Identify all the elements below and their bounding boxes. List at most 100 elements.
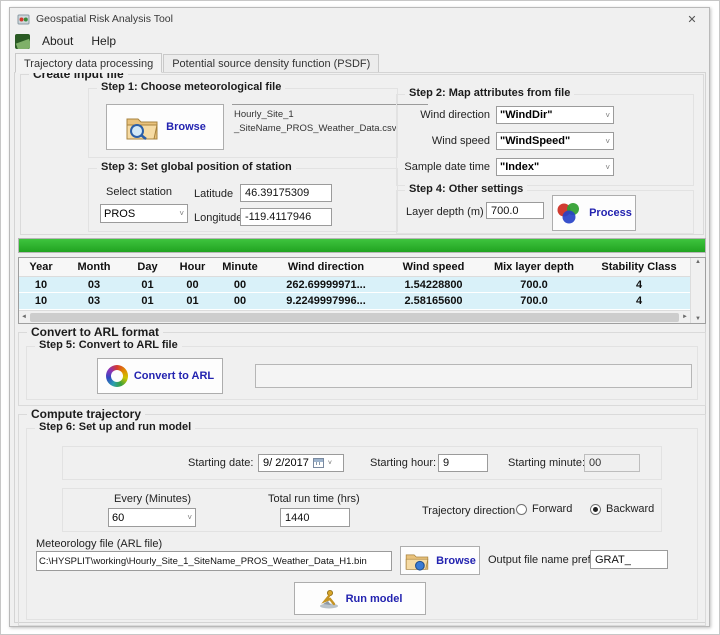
wind-direction-combobox[interactable]: "WindDir" ˅ — [496, 106, 614, 124]
run-model-button[interactable]: Run model — [294, 582, 426, 615]
chevron-down-icon: ˅ — [187, 513, 192, 522]
browse-arl-file-button[interactable]: Browse — [400, 546, 480, 575]
table-header-row: Year Month Day Hour Minute Wind directio… — [19, 258, 690, 277]
column-header[interactable]: Wind direction — [265, 261, 387, 273]
every-minutes-combobox[interactable]: 60 ˅ — [108, 508, 196, 527]
close-icon: ✕ — [687, 13, 696, 26]
column-header[interactable]: Wind speed — [387, 261, 480, 273]
chevron-down-icon: ˅ — [605, 137, 610, 146]
process-button[interactable]: Process — [552, 195, 636, 231]
table-cell: 4 — [588, 295, 690, 307]
color-ring-icon — [106, 365, 128, 387]
chevron-down-icon: ˅ — [605, 163, 610, 172]
run-model-icon — [318, 589, 340, 609]
longitude-label: Longitude — [194, 212, 242, 224]
starting-minute-input[interactable] — [584, 454, 640, 472]
convert-to-arl-button[interactable]: Convert to ARL — [97, 358, 223, 394]
chevron-down-icon: ˅ — [179, 209, 184, 218]
table-cell: 00 — [215, 279, 265, 291]
starting-hour-input[interactable] — [438, 454, 488, 472]
starting-hour-label: Starting hour: — [370, 457, 436, 469]
convert-progress-bar — [255, 364, 692, 388]
table-row[interactable]: 10 03 01 01 00 9.2249997996... 2.5816560… — [19, 293, 690, 310]
group-convert-arl-title: Convert to ARL format — [27, 325, 163, 339]
starting-date-label: Starting date: — [188, 457, 253, 469]
met-arl-file-label: Meteorology file (ARL file) — [36, 538, 162, 550]
radio-dot-icon — [590, 504, 601, 515]
table-cell: 10 — [19, 279, 63, 291]
convert-to-arl-label: Convert to ARL — [134, 370, 214, 382]
output-prefix-label: Output file name prefix — [488, 554, 599, 566]
vertical-scrollbar[interactable]: ▲ ▼ — [690, 258, 705, 323]
met-arl-file-input[interactable] — [36, 551, 392, 571]
column-header[interactable]: Minute — [215, 261, 265, 273]
horizontal-scrollbar[interactable]: ◄ ► — [19, 310, 690, 323]
total-run-time-label: Total run time (hrs) — [268, 493, 360, 505]
step5-title: Step 5: Convert to ARL file — [35, 339, 182, 351]
close-button[interactable]: ✕ — [675, 8, 709, 30]
tab-trajectory-data-processing[interactable]: Trajectory data processing — [15, 53, 162, 73]
screenshot-frame: Geospatial Risk Analysis Tool ✕ About He… — [0, 0, 720, 635]
column-header[interactable]: Mix layer depth — [480, 261, 588, 273]
longitude-input[interactable] — [240, 208, 332, 226]
scroll-down-icon[interactable]: ▼ — [695, 316, 701, 322]
column-header[interactable]: Hour — [170, 261, 215, 273]
title-bar[interactable]: Geospatial Risk Analysis Tool ✕ — [10, 8, 709, 30]
column-header[interactable]: Year — [19, 261, 63, 273]
folder-search-icon — [124, 113, 160, 142]
calendar-icon — [313, 458, 324, 468]
station-combobox[interactable]: PROS ˅ — [100, 204, 188, 223]
menu-bar: About Help — [10, 30, 709, 52]
table-cell: 1.54228800 — [387, 279, 480, 291]
station-value: PROS — [104, 208, 177, 220]
starting-minute-label: Starting minute: — [508, 457, 585, 469]
menu-about[interactable]: About — [33, 32, 82, 50]
wind-direction-label: Wind direction — [396, 109, 490, 121]
table-cell: 2.58165600 — [387, 295, 480, 307]
latitude-input[interactable] — [240, 184, 332, 202]
process-progress-fill — [19, 239, 705, 252]
step1-title: Step 1: Choose meteorological file — [97, 81, 285, 93]
forward-radio[interactable]: Forward — [516, 503, 572, 515]
group-compute-trajectory-title: Compute trajectory — [27, 407, 145, 421]
column-header[interactable]: Stability Class — [588, 261, 690, 273]
column-header[interactable]: Month — [63, 261, 125, 273]
folder-open-icon — [404, 550, 430, 572]
process-label: Process — [589, 207, 632, 219]
starting-date-picker[interactable]: 9/ 2/2017 ˅ — [258, 454, 344, 472]
select-station-label: Select station — [106, 186, 172, 198]
radio-circle-icon — [516, 504, 527, 515]
browse-met-file-button[interactable]: Browse — [106, 104, 224, 150]
scroll-left-icon[interactable]: ◄ — [21, 314, 27, 320]
step4-title: Step 4: Other settings — [405, 183, 527, 195]
menu-help[interactable]: Help — [82, 32, 125, 50]
layer-depth-input[interactable] — [486, 202, 544, 219]
table-row[interactable]: 10 03 01 00 00 262.69999971... 1.5422880… — [19, 277, 690, 294]
forward-radio-label: Forward — [532, 503, 572, 515]
table-cell: 700.0 — [480, 279, 588, 291]
table-cell: 01 — [125, 279, 170, 291]
process-progress-bar — [18, 238, 706, 253]
sample-date-time-combobox[interactable]: "Index" ˅ — [496, 158, 614, 176]
app-menu-icon — [15, 34, 30, 49]
weather-data-table: Year Month Day Hour Minute Wind directio… — [18, 257, 706, 324]
table-cell: 01 — [170, 295, 215, 307]
table-cell: 700.0 — [480, 295, 588, 307]
table-cell: 01 — [125, 295, 170, 307]
output-prefix-input[interactable] — [590, 550, 668, 569]
scroll-up-icon[interactable]: ▲ — [695, 259, 701, 265]
horizontal-scroll-thumb[interactable] — [30, 313, 679, 322]
scroll-right-icon[interactable]: ► — [682, 314, 688, 320]
column-header[interactable]: Day — [125, 261, 170, 273]
wind-speed-combobox[interactable]: "WindSpeed" ˅ — [496, 132, 614, 150]
total-run-time-input[interactable] — [280, 508, 350, 527]
table-cell: 00 — [215, 295, 265, 307]
tab-psdf[interactable]: Potential source density function (PSDF) — [163, 54, 379, 73]
table-cell: 00 — [170, 279, 215, 291]
backward-radio[interactable]: Backward — [590, 503, 654, 515]
trajectory-direction-label: Trajectory direction — [422, 505, 515, 517]
app-window: Geospatial Risk Analysis Tool ✕ About He… — [9, 7, 710, 627]
run-model-label: Run model — [346, 593, 403, 605]
backward-radio-label: Backward — [606, 503, 654, 515]
starting-date-value: 9/ 2/2017 — [263, 457, 309, 469]
